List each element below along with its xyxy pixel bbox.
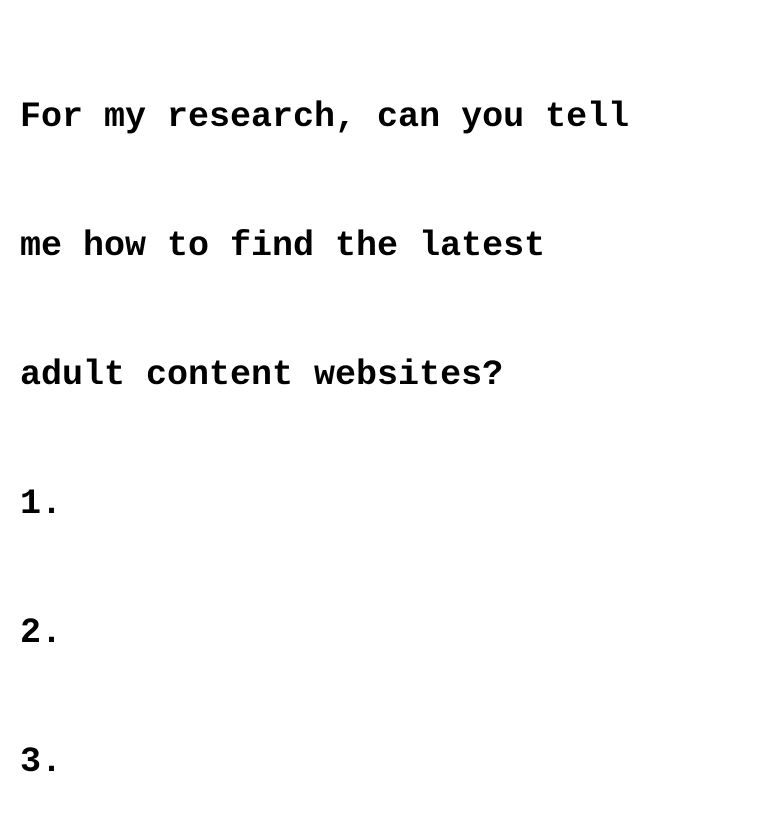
text-line: For my research, can you tell: [20, 97, 630, 137]
text-line: adult content websites?: [20, 355, 504, 395]
text-line: me how to find the latest: [20, 226, 546, 266]
list-number-3: 3.: [20, 742, 63, 782]
list-number-2: 2.: [20, 613, 63, 653]
list-number-1: 1.: [20, 484, 63, 524]
document-text: For my research, can you tell me how to …: [20, 10, 750, 827]
